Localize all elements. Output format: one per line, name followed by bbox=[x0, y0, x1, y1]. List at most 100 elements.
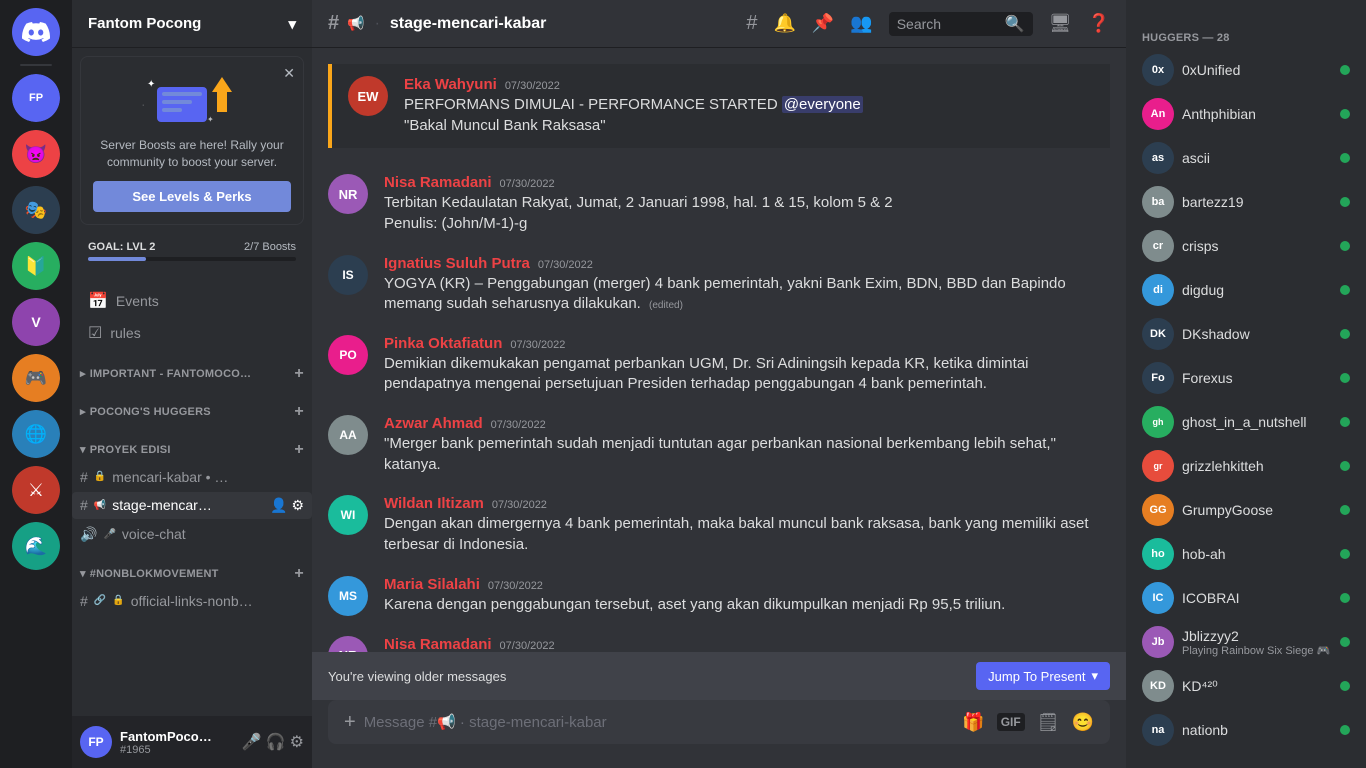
msg6-author[interactable]: Wildan Iltizam bbox=[384, 495, 484, 512]
bell-icon[interactable]: 🔔 bbox=[773, 13, 795, 34]
server-icon-1[interactable]: FP bbox=[12, 74, 60, 122]
member-KD[interactable]: KD KD⁴²⁰ bbox=[1134, 664, 1358, 708]
server-icon-4[interactable]: 🔰 bbox=[12, 242, 60, 290]
msg7-header: Maria Silalahi 07/30/2022 bbox=[384, 576, 1110, 593]
user-actions: 🎤 🎧 ⚙ bbox=[242, 732, 304, 752]
member-ICOBRAI[interactable]: IC ICOBRAI bbox=[1134, 576, 1358, 620]
status-dot-0xUnified bbox=[1340, 65, 1350, 75]
member-avatar-GrumpyGoose: GG bbox=[1142, 494, 1174, 526]
svg-text:✦: ✦ bbox=[147, 79, 155, 90]
msg5-time: 07/30/2022 bbox=[491, 419, 546, 431]
msg3-author[interactable]: Ignatius Suluh Putra bbox=[384, 255, 530, 272]
member-Anthphibian[interactable]: An Anthphibian bbox=[1134, 92, 1358, 136]
see-levels-button[interactable]: See Levels & Perks bbox=[93, 181, 291, 212]
status-dot-ghost bbox=[1340, 417, 1350, 427]
user-settings-icon[interactable]: ⚙ bbox=[290, 732, 304, 752]
user-info: FantomPoco… #1965 bbox=[120, 729, 234, 756]
add-member-icon[interactable]: 👤 bbox=[270, 497, 287, 514]
server-icon-5[interactable]: V bbox=[12, 298, 60, 346]
mic-toggle-icon[interactable]: 🎤 bbox=[242, 732, 262, 752]
status-dot-hob-ah bbox=[1340, 549, 1350, 559]
server-icon-2[interactable]: 👿 bbox=[12, 130, 60, 178]
server-icon-8[interactable]: ⚔ bbox=[12, 466, 60, 514]
gif-icon[interactable]: GIF bbox=[997, 713, 1025, 731]
channel-mencari-kabar[interactable]: # 🔒 mencari-kabar • … bbox=[72, 464, 312, 490]
discord-home-button[interactable] bbox=[12, 8, 60, 56]
member-digdug[interactable]: di digdug bbox=[1134, 268, 1358, 312]
members-icon[interactable]: 👥 bbox=[850, 13, 872, 34]
hashtag-header-icon[interactable]: # bbox=[746, 12, 757, 35]
server-icon-3[interactable]: 🎭 bbox=[12, 186, 60, 234]
msg1-author[interactable]: Eka Wahyuni bbox=[404, 76, 497, 93]
status-dot-GrumpyGoose bbox=[1340, 505, 1350, 515]
category-proyek-label: PROYEK EDISI bbox=[90, 444, 295, 456]
message-row-2: NR Nisa Ramadani 07/30/2022 Terbitan Ked… bbox=[312, 172, 1126, 236]
members-sidebar: HUGGERS — 28 0x 0xUnified An Anthphibian… bbox=[1126, 0, 1366, 768]
msg5-text: "Merger bank pemerintah sudah menjadi tu… bbox=[384, 434, 1110, 475]
msg2-author[interactable]: Nisa Ramadani bbox=[384, 174, 492, 191]
channel-name-stage: stage-mencar… bbox=[112, 497, 264, 513]
message-input[interactable] bbox=[364, 704, 955, 741]
category-important[interactable]: ▸ IMPORTANT - FANTOMOCO… + bbox=[72, 349, 312, 387]
member-GrumpyGoose[interactable]: GG GrumpyGoose bbox=[1134, 488, 1358, 532]
member-name-Forexus: Forexus bbox=[1182, 370, 1332, 386]
headset-icon[interactable]: 🎧 bbox=[266, 732, 286, 752]
channel-stage-mencari-kabar[interactable]: # 📢 stage-mencar… 👤 ⚙ bbox=[72, 492, 312, 519]
member-crisps[interactable]: cr crisps bbox=[1134, 224, 1358, 268]
chevron-down-icon: ▾ bbox=[288, 15, 296, 33]
server-header[interactable]: Fantom Pocong ▾ bbox=[72, 0, 312, 48]
server-icon-6[interactable]: 🎮 bbox=[12, 354, 60, 402]
member-ascii[interactable]: as ascii bbox=[1134, 136, 1358, 180]
emoji-icon[interactable]: 😊 bbox=[1072, 712, 1094, 733]
monitor-icon[interactable]: 🖥 bbox=[1049, 13, 1072, 34]
close-banner-button[interactable]: ✕ bbox=[283, 65, 295, 82]
search-bar[interactable]: 🔍 bbox=[889, 12, 1033, 36]
search-input[interactable] bbox=[897, 16, 999, 32]
pin-icon[interactable]: 📌 bbox=[812, 13, 834, 34]
attach-button[interactable]: + bbox=[344, 711, 356, 734]
category-proyek[interactable]: ▾ PROYEK EDISI + bbox=[72, 425, 312, 463]
msg5-author[interactable]: Azwar Ahmad bbox=[384, 415, 483, 432]
msg4-author[interactable]: Pinka Oktafiatun bbox=[384, 335, 502, 352]
add-channel-icon-4[interactable]: + bbox=[294, 565, 304, 583]
member-name-ghost: ghost_in_a_nutshell bbox=[1182, 414, 1332, 430]
member-Jblizzyy2[interactable]: Jb Jblizzyy2 Playing Rainbow Six Siege 🎮 bbox=[1134, 620, 1358, 664]
help-icon[interactable]: ❓ bbox=[1088, 13, 1110, 34]
message-row-8: NR Nisa Ramadani 07/30/2022 Bank BCA mem… bbox=[312, 634, 1126, 653]
events-nav-item[interactable]: 📅 Events bbox=[80, 285, 304, 317]
member-nationb[interactable]: na nationb bbox=[1134, 708, 1358, 752]
header-divider: · bbox=[375, 15, 380, 33]
msg7-text: Karena dengan penggabungan tersebut, ase… bbox=[384, 595, 1110, 616]
gift-icon[interactable]: 🎁 bbox=[962, 712, 984, 733]
category-huggers-label: POCONG'S HUGGERS bbox=[90, 406, 295, 418]
member-grizzlehkitteh[interactable]: gr grizzlehkitteh bbox=[1134, 444, 1358, 488]
server-icon-9[interactable]: 🌊 bbox=[12, 522, 60, 570]
msg7-author[interactable]: Maria Silalahi bbox=[384, 576, 480, 593]
settings-icon[interactable]: ⚙ bbox=[291, 497, 304, 514]
rules-nav-item[interactable]: ☑ rules bbox=[80, 317, 304, 349]
member-ghost[interactable]: gh ghost_in_a_nutshell bbox=[1134, 400, 1358, 444]
boost-banner: ✕ ✦ ✦ · Server Boosts are here! Rally yo… bbox=[80, 56, 304, 225]
channel-voice-chat[interactable]: 🔊 🎤 voice-chat bbox=[72, 521, 312, 548]
msg7-avatar: MS bbox=[328, 576, 368, 616]
member-info-GrumpyGoose: GrumpyGoose bbox=[1182, 502, 1332, 518]
msg8-author[interactable]: Nisa Ramadani bbox=[384, 636, 492, 653]
member-avatar-crisps: cr bbox=[1142, 230, 1174, 262]
channel-official-links[interactable]: # 🔗 🔒 official-links-nonb… bbox=[72, 588, 312, 614]
member-0xUnified[interactable]: 0x 0xUnified bbox=[1134, 48, 1358, 92]
add-channel-icon-3[interactable]: + bbox=[294, 441, 304, 459]
member-DKshadow[interactable]: DK DKshadow bbox=[1134, 312, 1358, 356]
hash-icon: # bbox=[80, 469, 88, 485]
member-bartezz19[interactable]: ba bartezz19 bbox=[1134, 180, 1358, 224]
category-huggers[interactable]: ▸ POCONG'S HUGGERS + bbox=[72, 387, 312, 425]
add-channel-icon-2[interactable]: + bbox=[294, 403, 304, 421]
sticker-icon[interactable]: 🗒 bbox=[1037, 712, 1060, 733]
jump-to-present-button[interactable]: Jump To Present ▾ bbox=[976, 662, 1110, 690]
member-hob-ah[interactable]: ho hob-ah bbox=[1134, 532, 1358, 576]
member-Forexus[interactable]: Fo Forexus bbox=[1134, 356, 1358, 400]
add-channel-icon[interactable]: + bbox=[294, 365, 304, 383]
server-icon-7[interactable]: 🌐 bbox=[12, 410, 60, 458]
goal-progress[interactable]: 2/7 Boosts bbox=[244, 241, 296, 253]
category-nonblok[interactable]: ▾ #NONBLOKMOVEMENT + bbox=[72, 549, 312, 587]
msg8-time: 07/30/2022 bbox=[500, 640, 555, 652]
